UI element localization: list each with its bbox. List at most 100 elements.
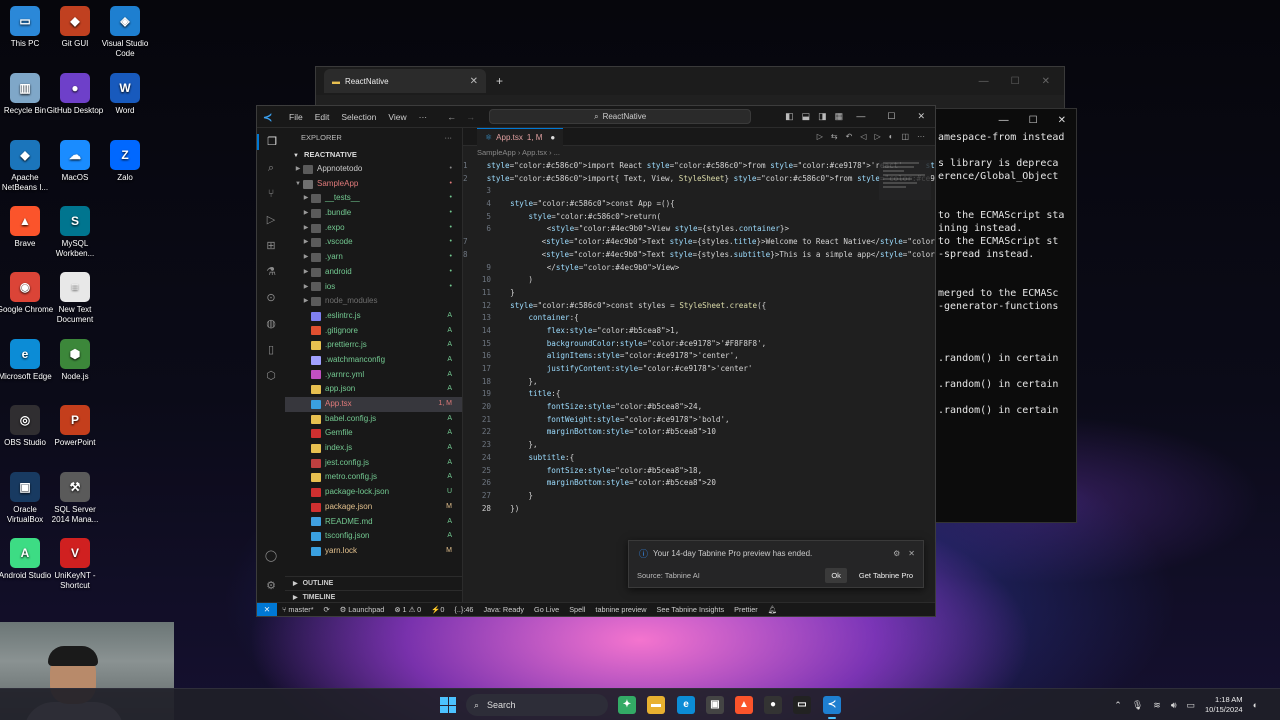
ok-button[interactable]: Ok: [825, 568, 847, 583]
run-icon[interactable]: ▷: [817, 132, 823, 141]
close-icon[interactable]: ✕: [908, 549, 915, 558]
tree-file[interactable]: Gemfile A: [285, 426, 462, 441]
menu-edit[interactable]: Edit: [315, 112, 330, 122]
taskbar-vscode-icon[interactable]: ≺: [823, 696, 841, 719]
desktop-icon[interactable]: ⚒ SQL Server 2014 Mana...: [46, 472, 104, 525]
tree-file[interactable]: jest.config.js A: [285, 456, 462, 471]
toggle-panel-icon[interactable]: ⬓: [802, 111, 811, 122]
desktop-icon[interactable]: ⬢ Node.js: [46, 339, 104, 382]
next-change-icon[interactable]: ▷: [874, 132, 880, 141]
toggle-secondary-sidebar-icon[interactable]: ◨: [818, 111, 827, 122]
spell-status[interactable]: Spell: [564, 605, 590, 614]
tree-folder[interactable]: ▶ .yarn •: [285, 250, 462, 265]
explorer-icon[interactable]: ❐: [257, 134, 285, 150]
taskbar-brave-icon[interactable]: ▲: [735, 696, 753, 714]
tree-folder[interactable]: ▶ android •: [285, 265, 462, 280]
tree-folder[interactable]: ▶ .expo •: [285, 221, 462, 236]
tabnine-status[interactable]: tabnine preview: [590, 605, 651, 614]
tree-file[interactable]: index.js A: [285, 441, 462, 456]
tree-folder[interactable]: ▶ .vscode •: [285, 235, 462, 250]
account-icon[interactable]: ◯: [263, 548, 279, 564]
go-live-status[interactable]: Go Live: [529, 605, 564, 614]
taskbar-file-explorer-icon[interactable]: ▬: [647, 696, 665, 714]
prettier-status[interactable]: Prettier: [729, 605, 763, 614]
microphone-icon[interactable]: 🎙︎: [1132, 700, 1143, 711]
minimize-icon[interactable]: —: [979, 76, 989, 87]
desktop-icon[interactable]: Z Zalo: [96, 140, 154, 183]
search-icon[interactable]: ⌕: [263, 160, 279, 176]
tree-folder[interactable]: ▼ SampleApp •: [285, 177, 462, 192]
close-icon[interactable]: ✕: [917, 111, 925, 122]
explorer-more-icon[interactable]: ···: [445, 128, 453, 148]
taskbar-github-icon[interactable]: ●: [764, 696, 782, 714]
more-actions-icon[interactable]: ···: [917, 132, 925, 141]
menu-selection[interactable]: Selection: [341, 112, 376, 122]
extensions-icon[interactable]: ⊞: [263, 238, 279, 254]
breadcrumb[interactable]: SampleApp › App.tsx › ...: [463, 146, 935, 160]
start-button[interactable]: [440, 697, 456, 713]
back-arrow-icon[interactable]: ←: [447, 112, 456, 122]
tree-folder[interactable]: ▶ ios •: [285, 280, 462, 295]
docker-icon[interactable]: ◍: [263, 316, 279, 332]
gitlens-icon[interactable]: ⬡: [263, 368, 279, 384]
notifications-bell-icon[interactable]: 🔔︎: [763, 605, 782, 614]
close-icon[interactable]: ✕: [1042, 76, 1050, 87]
minimap[interactable]: [879, 160, 931, 200]
unsaved-dot-icon[interactable]: ●: [550, 133, 555, 142]
git-branch-status[interactable]: ⑂ master*: [277, 605, 319, 614]
tabnine-insights-status[interactable]: See Tabnine Insights: [652, 605, 730, 614]
menu-more[interactable]: ···: [419, 112, 428, 122]
tree-file[interactable]: .eslintrc.js A: [285, 309, 462, 324]
tree-file[interactable]: yarn.lock M: [285, 544, 462, 559]
tab-app-tsx[interactable]: ⚛ App.tsx 1, M ●: [477, 127, 564, 146]
menu-view[interactable]: View: [388, 112, 406, 122]
testing-icon[interactable]: ⚗: [263, 264, 279, 280]
tree-file[interactable]: App.tsx 1, M: [285, 397, 462, 412]
cursor-position-status[interactable]: {..}:46: [449, 605, 478, 614]
taskbar-store-icon[interactable]: ▣: [706, 696, 724, 714]
tree-file[interactable]: .gitignore A: [285, 324, 462, 339]
tree-file[interactable]: package-lock.json U: [285, 485, 462, 500]
go-back-icon[interactable]: ↶: [846, 132, 853, 141]
tree-file[interactable]: metro.config.js A: [285, 470, 462, 485]
tree-file[interactable]: .prettierrc.js A: [285, 338, 462, 353]
maximize-icon[interactable]: ☐: [1011, 76, 1020, 87]
bookmarks-icon[interactable]: ▯: [263, 342, 279, 358]
tree-file[interactable]: .watchmanconfig A: [285, 353, 462, 368]
get-tabnine-pro-button[interactable]: Get Tabnine Pro: [857, 568, 915, 583]
code-editor[interactable]: 1 style="color:#c586c0">import React sty…: [463, 160, 935, 522]
tree-folder[interactable]: ▶ Appnotetodo •: [285, 162, 462, 177]
close-tab-icon[interactable]: ✕: [470, 76, 478, 87]
taskbar-copilot-icon[interactable]: ✦: [618, 696, 636, 714]
tree-folder[interactable]: ▶ .bundle •: [285, 206, 462, 221]
command-center[interactable]: ⌕ ReactNative: [489, 109, 752, 124]
remote-indicator-icon[interactable]: ⨯: [257, 602, 277, 616]
taskbar-search[interactable]: ⌕ Search: [466, 694, 608, 716]
taskbar-terminal-icon[interactable]: ▭: [793, 696, 811, 714]
toggle-primary-sidebar-icon[interactable]: ◧: [785, 111, 794, 122]
run-debug-icon[interactable]: ▷: [263, 212, 279, 228]
launchpad-status[interactable]: ⚙ Launchpad: [335, 605, 390, 614]
ports-status[interactable]: ⚡0: [426, 605, 449, 614]
open-changes-icon[interactable]: ◐: [889, 132, 894, 141]
workspace-root[interactable]: ▼ REACTNATIVE: [285, 148, 462, 162]
tree-file[interactable]: .yarnrc.yml A: [285, 368, 462, 383]
taskbar-edge-icon[interactable]: e: [677, 696, 695, 714]
forward-arrow-icon[interactable]: →: [466, 112, 475, 122]
tree-file[interactable]: tsconfig.json A: [285, 529, 462, 544]
tree-folder[interactable]: ▶ node_modules: [285, 294, 462, 309]
outline-section[interactable]: ▶ OUTLINE: [285, 576, 462, 590]
settings-gear-icon[interactable]: ⚙: [263, 578, 279, 594]
java-status[interactable]: Java: Ready: [478, 605, 529, 614]
desktop-icon[interactable]: V UniKeyNT - Shortcut: [46, 538, 104, 591]
minimize-icon[interactable]: —: [856, 111, 865, 122]
volume-icon[interactable]: 🔊︎: [1171, 700, 1177, 711]
clock[interactable]: 1:18 AM 10/15/2024: [1205, 695, 1243, 715]
compare-icon[interactable]: ⇆: [831, 132, 838, 141]
maximize-icon[interactable]: ☐: [1029, 115, 1038, 126]
sync-icon[interactable]: ⟳: [319, 605, 335, 614]
wifi-icon[interactable]: ≋: [1153, 700, 1161, 711]
customize-layout-icon[interactable]: ▦: [835, 111, 844, 122]
tree-file[interactable]: package.json M: [285, 500, 462, 515]
previous-change-icon[interactable]: ◁: [860, 132, 866, 141]
